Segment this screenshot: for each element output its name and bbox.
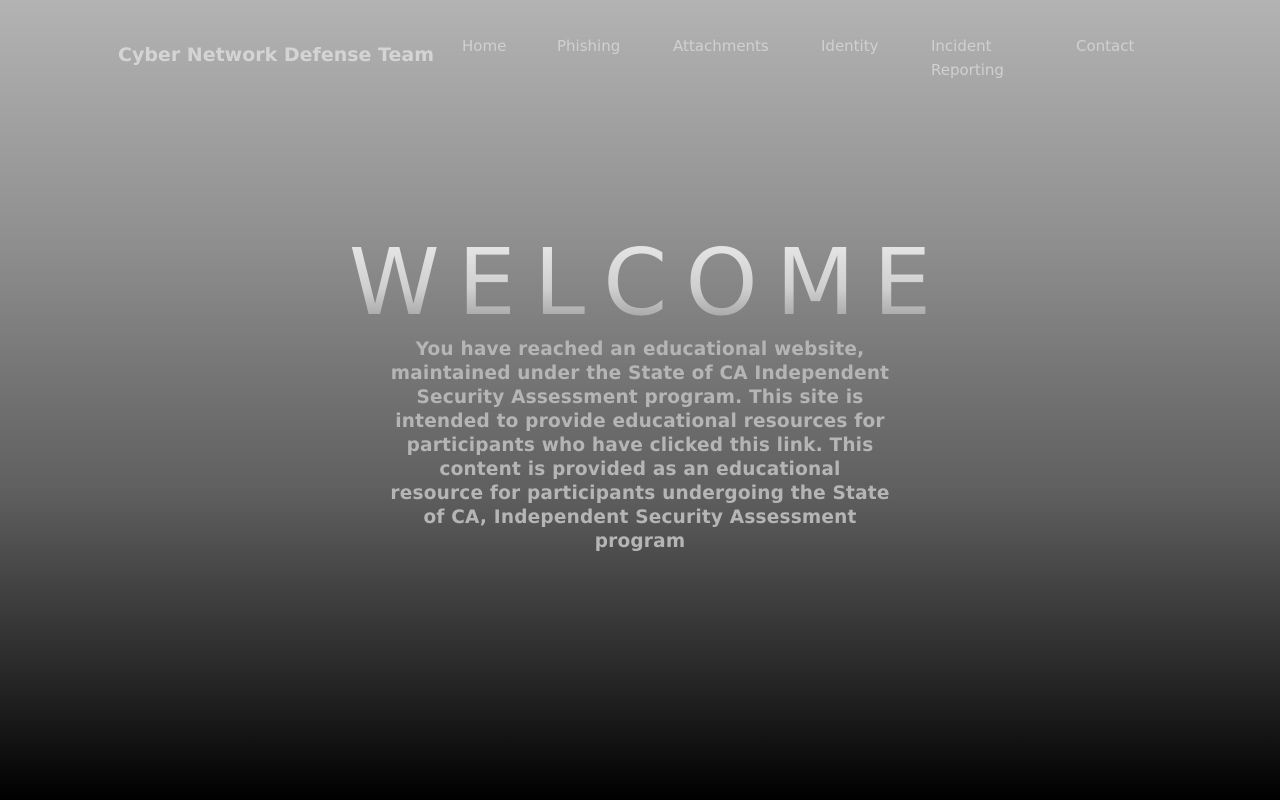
nav-link-home[interactable]: Home — [462, 34, 506, 58]
nav-link-attachments[interactable]: Attachments — [673, 34, 769, 58]
welcome-heading: WELCOME — [0, 228, 1280, 338]
welcome-description: You have reached an educational website,… — [390, 339, 890, 552]
nav-link-contact[interactable]: Contact — [1076, 34, 1134, 58]
site-header: Cyber Network Defense Team Home Phishing… — [0, 0, 1280, 100]
nav-link-identity[interactable]: Identity — [821, 34, 879, 58]
nav-link-phishing[interactable]: Phishing — [557, 34, 620, 58]
brand-link[interactable]: Cyber Network Defense Team — [118, 44, 434, 66]
hero-section: WELCOME You have reached an educational … — [0, 228, 1280, 554]
nav-link-incident-reporting[interactable]: Incident Reporting — [931, 34, 1041, 82]
